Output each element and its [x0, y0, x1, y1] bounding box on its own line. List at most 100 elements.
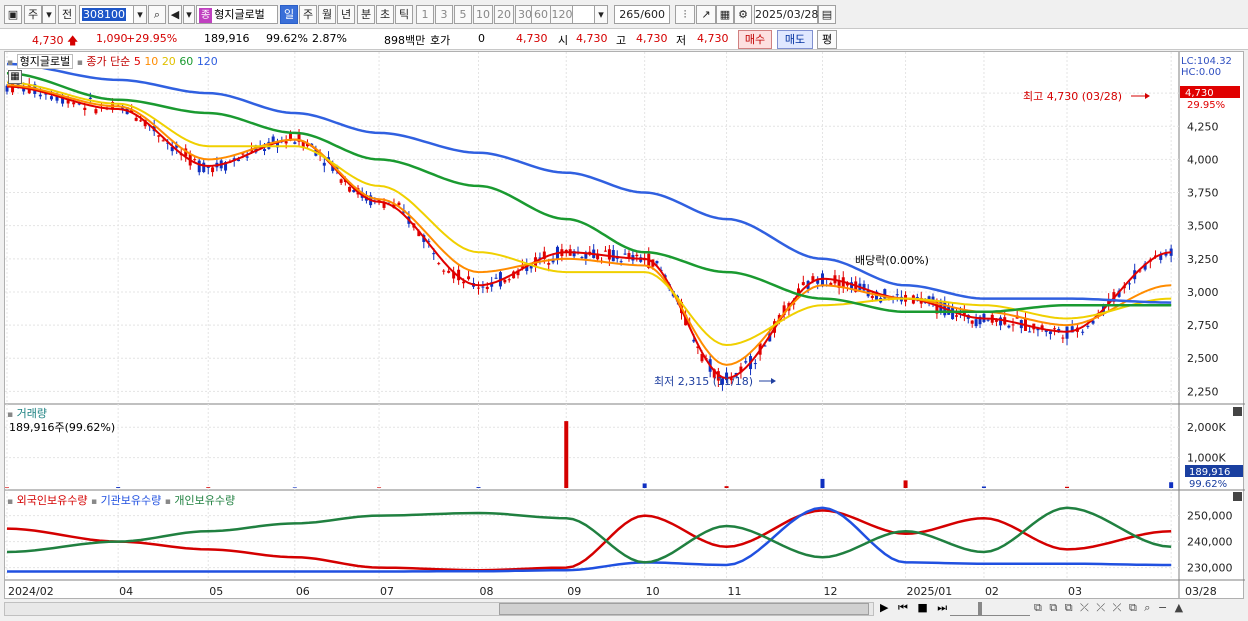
- x-axis-ticks: 2024/02 04 05 06 07 08 09 10 11 12 2025/01 02 03 03/2…: [8, 585, 1217, 598]
- code-dropdown-icon[interactable]: ▾: [133, 5, 147, 24]
- bullet-icon: ▪: [7, 497, 14, 507]
- close-panel-icon[interactable]: [1233, 407, 1242, 416]
- chevron-down-icon[interactable]: ▾: [183, 5, 195, 24]
- candle-body: [1048, 331, 1052, 335]
- volume-bar: [206, 487, 211, 488]
- bottom-scrollbar[interactable]: ▶ ⏮ ■ ⏭ ⧉ ⧉ ⧉ ⤫ ⤫ ⤫ ⧉ ⌕ − ▲: [4, 599, 1244, 619]
- search-icon[interactable]: ⌕: [148, 5, 166, 24]
- quote-strip: 4,730 🡅 1,090 +29.95% 189,916 99.62% 2.8…: [0, 29, 1248, 50]
- period-tab-minute[interactable]: 분: [357, 5, 375, 24]
- candle-body: [607, 249, 611, 260]
- candle-body: [447, 270, 451, 273]
- legend-foreign[interactable]: 외국인보유수량: [17, 494, 88, 507]
- x-tick-label: 02: [985, 585, 999, 598]
- prev-button[interactable]: 전: [58, 5, 76, 24]
- price-tick-label: 3,000: [1187, 286, 1219, 299]
- legend-individual[interactable]: 개인보유수량: [174, 494, 235, 507]
- candle-body: [951, 307, 955, 320]
- scroll-track[interactable]: [4, 602, 874, 616]
- gear-icon[interactable]: ⚙: [734, 5, 752, 24]
- interval-1[interactable]: 1: [416, 5, 434, 24]
- x-tick-label: 07: [380, 585, 394, 598]
- sell-button[interactable]: 매도: [777, 30, 813, 49]
- legend-ma-5[interactable]: 5: [134, 55, 141, 68]
- x-tick-label: 03/28: [1185, 585, 1217, 598]
- holding-tick-label: 250,000: [1187, 510, 1233, 523]
- chevron-down-icon[interactable]: ▾: [42, 5, 56, 24]
- draw-tool-icon[interactable]: ↗: [696, 5, 716, 24]
- dividend-annotation: 배당락(0.00%): [855, 254, 929, 267]
- volume-tick-label: 1,000K: [1187, 452, 1226, 465]
- zoom-slider[interactable]: [950, 602, 1030, 616]
- candle-body: [437, 263, 441, 265]
- legend-institution[interactable]: 기관보유수량: [101, 494, 162, 507]
- last-price-tag-text: 4,730: [1185, 88, 1214, 99]
- volume-bar: [724, 486, 729, 488]
- period-tab-day[interactable]: 일: [280, 5, 298, 24]
- candle-body: [1086, 325, 1090, 327]
- tool-icons[interactable]: ⧉ ⧉ ⧉ ⤫ ⤫ ⤫ ⧉ ⌕ − ▲: [1034, 601, 1185, 615]
- speaker-icon[interactable]: ◀: [168, 5, 182, 24]
- interval-60[interactable]: 60: [531, 5, 551, 24]
- legend-ma-10[interactable]: 10: [144, 55, 158, 68]
- volume-bar: [1169, 482, 1174, 488]
- holding-y-ticks: 230,000 240,000 250,000: [1187, 510, 1233, 575]
- period-tab-month[interactable]: 월: [318, 5, 336, 24]
- legend-ma-60[interactable]: 60: [179, 55, 193, 68]
- count-field[interactable]: 265/600: [614, 5, 670, 24]
- eval-button[interactable]: 평: [817, 30, 837, 49]
- window-icon[interactable]: ▣: [4, 5, 22, 24]
- zoom-slider-thumb[interactable]: [978, 602, 982, 616]
- candle-body: [955, 315, 959, 317]
- legend-ma-120[interactable]: 120: [197, 55, 218, 68]
- candle-body: [161, 140, 165, 142]
- open-price: 4,730: [576, 32, 608, 45]
- close-panel-icon[interactable]: [1233, 492, 1242, 501]
- interval-5[interactable]: 5: [454, 5, 472, 24]
- candle-body: [801, 282, 805, 286]
- interval-10[interactable]: 10: [473, 5, 493, 24]
- chart-svg[interactable]: 2,250 2,500 2,750 3,000 3,250 3,500 3,750 4,000…: [5, 52, 1245, 600]
- x-tick-label: 2025/01: [907, 585, 953, 598]
- bullet-icon: ▪: [7, 58, 14, 68]
- period-tab-week[interactable]: 주: [299, 5, 317, 24]
- candle-body: [507, 279, 511, 281]
- scroll-thumb[interactable]: [499, 603, 869, 615]
- calendar-grid-icon[interactable]: ▦: [8, 70, 22, 84]
- chart-area[interactable]: 2,250 2,500 2,750 3,000 3,250 3,500 3,750 4,000…: [4, 51, 1245, 600]
- volume-pct-tag-text: 99.62%: [1189, 479, 1227, 490]
- volume-bar: [1065, 486, 1070, 488]
- date-input[interactable]: 2025/03/28: [754, 5, 818, 24]
- x-tick-label: 06: [296, 585, 310, 598]
- candle-body: [580, 257, 584, 259]
- save-icon[interactable]: ▦: [716, 5, 734, 24]
- candle-body: [986, 319, 990, 321]
- volume-value-label: 189,916주(99.62%): [9, 421, 116, 434]
- candle-type-icon[interactable]: ⫶: [675, 5, 695, 24]
- period-tab-second[interactable]: 초: [376, 5, 394, 24]
- bullet-icon: ▪: [90, 497, 98, 507]
- period-tab-tick[interactable]: 틱: [395, 5, 413, 24]
- x-tick-label: 03: [1068, 585, 1082, 598]
- legend-ma-20[interactable]: 20: [162, 55, 176, 68]
- period-main-button[interactable]: 주: [24, 5, 42, 24]
- period-tab-year[interactable]: 년: [337, 5, 355, 24]
- code-input[interactable]: 308100: [79, 5, 137, 24]
- candle-body: [293, 142, 297, 144]
- holding-legend: ▪ 외국인보유수량 ▪ 기관보유수량 ▪ 개인보유수량: [7, 492, 235, 508]
- legend-ma-title[interactable]: 종가 단순: [86, 55, 130, 68]
- stock-name-field[interactable]: 종 형지글로벌: [196, 5, 278, 24]
- chevron-down-icon[interactable]: ▾: [594, 5, 608, 24]
- legend-stock-name[interactable]: 형지글로벌: [16, 54, 74, 69]
- interval-120[interactable]: 120: [550, 5, 574, 24]
- high-annotation: 최고 4,730 (03/28): [1023, 90, 1122, 103]
- interval-3[interactable]: 3: [435, 5, 453, 24]
- candle-body: [38, 94, 42, 97]
- interval-20[interactable]: 20: [494, 5, 514, 24]
- price-legend: ▪ 형지글로벌 ▪ 종가 단순 5 10 20 60 120: [7, 53, 218, 69]
- candle-body: [134, 117, 138, 121]
- nav-buttons[interactable]: ▶ ⏮ ■ ⏭: [880, 601, 950, 615]
- buy-button[interactable]: 매수: [738, 30, 772, 49]
- price-tick-label: 3,750: [1187, 187, 1219, 200]
- calendar-icon[interactable]: ▤: [818, 5, 836, 24]
